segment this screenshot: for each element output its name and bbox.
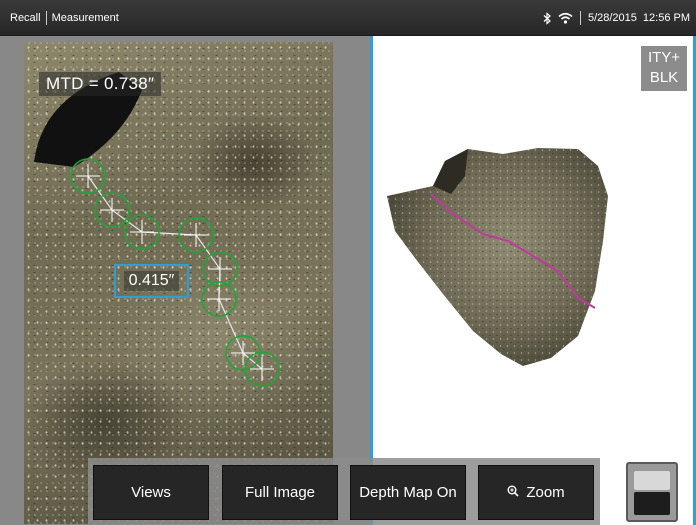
view-mode-line-1: ITY+ — [647, 49, 681, 66]
full-image-button[interactable]: Full Image — [222, 465, 338, 520]
status-time: 12:56 PM — [642, 12, 690, 24]
status-divider — [579, 11, 581, 25]
toggle-lower-segment — [634, 492, 670, 515]
views-label: Views — [131, 484, 171, 501]
point-cloud-view[interactable]: ITY+ BLK — [370, 36, 696, 525]
zoom-label: Zoom — [526, 484, 565, 501]
full-image-label: Full Image — [244, 484, 316, 501]
status-date: 5/28/2015 — [587, 12, 637, 24]
zoom-button[interactable]: Zoom — [478, 465, 594, 520]
toggle-upper-segment — [634, 471, 670, 490]
depth-map-button[interactable]: Depth Map On — [350, 465, 466, 520]
views-button[interactable]: Views — [93, 465, 209, 520]
soft-key-toolbar: Views Full Image Depth Map On Zoom — [88, 458, 600, 525]
mode-label: Recall — [10, 12, 41, 24]
status-bar: Recall Measurement 5/28/2015 12:56 PM — [0, 0, 696, 36]
zoom-icon — [507, 484, 519, 501]
point-cloud-texture — [387, 148, 608, 366]
breadcrumb: Recall Measurement — [10, 11, 119, 25]
mtd-label: MTD = 0.738″ — [39, 72, 162, 96]
bluetooth-icon — [543, 11, 552, 25]
softkey-page-toggle[interactable] — [626, 462, 678, 522]
view-mode-line-2: BLK — [649, 69, 679, 86]
submode-label: Measurement — [51, 12, 119, 24]
measurement-value: 0.415″ — [123, 271, 180, 291]
breadcrumb-divider — [45, 11, 47, 25]
status-indicators: 5/28/2015 12:56 PM — [543, 11, 690, 25]
measurement-result-box[interactable]: 0.415″ — [114, 264, 189, 298]
depth-map-label: Depth Map On — [359, 484, 457, 501]
main-area: MTD = 0.738″ 0.415″ ITY+ BLK — [0, 36, 696, 525]
point-cloud-render — [387, 148, 608, 366]
wifi-icon — [558, 12, 573, 24]
view-mode-badge: ITY+ BLK — [641, 46, 687, 91]
